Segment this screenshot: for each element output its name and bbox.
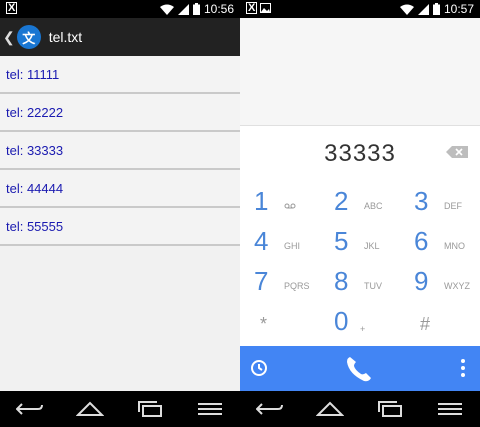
key-7[interactable]: 7 PQRS [240,264,320,304]
voicemail-icon [284,201,296,211]
status-bar: X 10:57 [240,0,480,18]
list-item[interactable]: tel: 11111 [0,56,240,94]
home-icon[interactable] [312,397,348,421]
key-digit: 8 [334,266,349,296]
nav-bar [240,391,480,427]
overflow-icon[interactable] [460,358,466,378]
call-bar [240,346,480,391]
x-box-icon: X [6,2,18,14]
key-letters: GHI [284,241,301,251]
list-item[interactable]: tel: 55555 [0,208,240,246]
key-3[interactable]: 3 DEF [400,184,480,224]
dialer-header-area [240,18,480,126]
key-digit: 9 [414,266,429,296]
phone-icon[interactable] [344,354,376,384]
key-letters: ABC [364,201,383,211]
back-icon[interactable] [252,397,288,421]
key-9[interactable]: 9 WXYZ [400,264,480,304]
list-item[interactable]: tel: 44444 [0,170,240,208]
key-letters: WXYZ [444,281,470,291]
left-screen: X 10:56 ❮ 文 tel.txt tel: 11111 tel: 2222… [0,0,240,427]
status-time: 10:57 [443,2,474,16]
key-hash[interactable]: # [400,304,480,344]
key-8[interactable]: 8 TUV [320,264,400,304]
menu-icon[interactable] [192,397,228,421]
list-item[interactable]: tel: 33333 [0,132,240,170]
recents-icon[interactable] [372,397,408,421]
app-title: tel.txt [48,29,83,45]
dialed-number-field[interactable]: 33333 [240,126,480,176]
key-digit: 4 [254,226,269,256]
dialpad: 1 2 ABC 3 DEF 4 GHI 5 JKL 6 MNO 7 PQRS 8… [240,176,480,346]
chevron-left-icon[interactable]: ❮ [3,29,15,46]
key-6[interactable]: 6 MNO [400,224,480,264]
signal-icon [177,3,189,15]
battery-icon [432,3,440,15]
key-2[interactable]: 2 ABC [320,184,400,224]
dialed-number: 33333 [324,140,396,167]
key-letters: TUV [364,281,382,291]
key-digit: 5 [334,226,349,256]
image-icon [260,3,271,16]
key-letters: MNO [444,241,465,251]
wifi-icon [159,4,174,15]
key-0[interactable]: 0 + [320,304,400,344]
app-icon[interactable]: 文 [16,25,41,49]
right-screen: X 10:57 33333 1 2 ABC 3 DEF 4 GHI 5 JKL … [240,0,480,427]
key-digit: # [420,314,431,334]
back-icon[interactable] [12,397,48,421]
key-letters: JKL [364,241,380,251]
key-4[interactable]: 4 GHI [240,224,320,264]
signal-icon [417,3,429,15]
key-letters: + [360,324,366,334]
status-time: 10:56 [203,2,234,16]
key-digit: 1 [254,186,269,216]
battery-icon [192,3,200,15]
recents-icon[interactable] [132,397,168,421]
menu-icon[interactable] [432,397,468,421]
key-digit: 7 [254,266,269,296]
status-bar: X 10:56 [0,0,240,18]
key-5[interactable]: 5 JKL [320,224,400,264]
wifi-icon [399,4,414,15]
key-digit: * [260,314,268,334]
key-1[interactable]: 1 [240,184,320,224]
key-letters: PQRS [284,281,310,291]
file-content-list: tel: 11111 tel: 22222 tel: 33333 tel: 44… [0,56,240,391]
key-letters: DEF [444,201,462,211]
x-box-icon: X [246,2,258,14]
key-digit: 6 [414,226,429,256]
clock-icon[interactable] [250,359,268,377]
app-bar: ❮ 文 tel.txt [0,18,240,56]
key-star[interactable]: * [240,304,320,344]
key-digit: 3 [414,186,429,216]
backspace-icon[interactable] [446,146,468,158]
home-icon[interactable] [72,397,108,421]
nav-bar [0,391,240,427]
key-digit: 2 [334,186,349,216]
list-item[interactable]: tel: 22222 [0,94,240,132]
key-digit: 0 [334,306,349,336]
